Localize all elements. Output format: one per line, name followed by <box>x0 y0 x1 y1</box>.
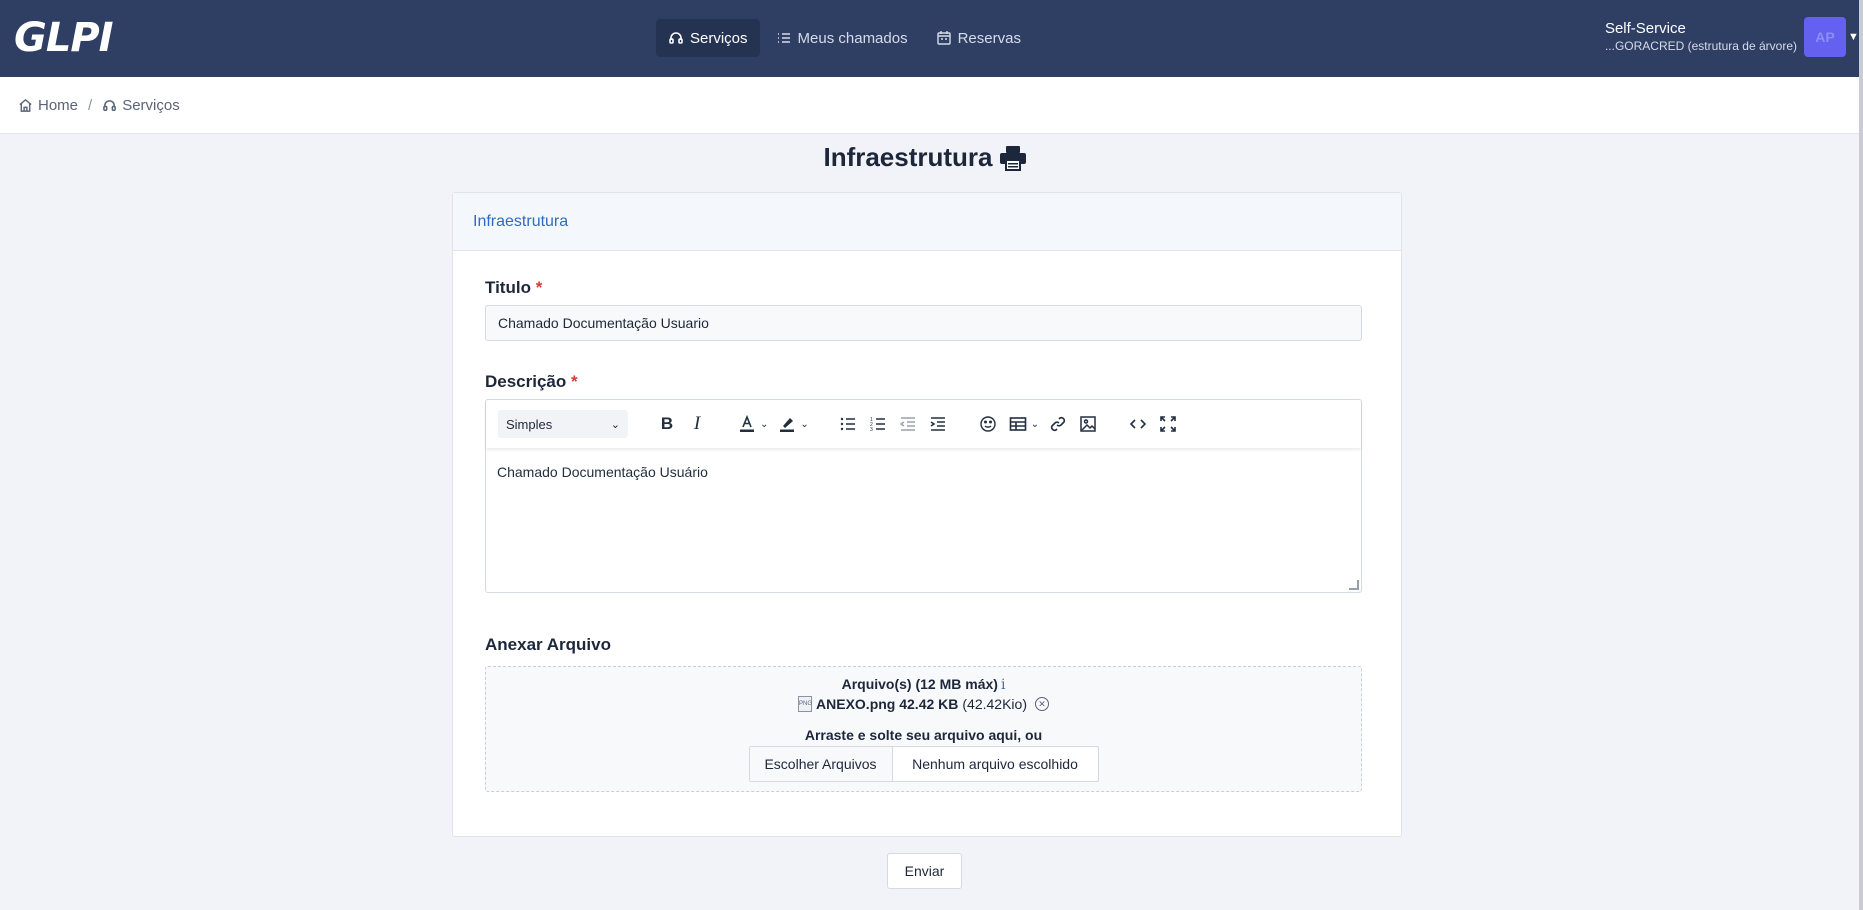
uploaded-file: PNG ANEXO.png 42.42 KB (42.42Kio) ✕ <box>486 696 1361 712</box>
bold-icon: B <box>660 414 674 433</box>
file-dropzone[interactable]: Arquivo(s) (12 MB máx) i PNG ANEXO.png 42… <box>485 666 1362 792</box>
format-select-value: Simples <box>506 416 553 432</box>
link-button[interactable] <box>1043 409 1073 439</box>
choose-files-button[interactable]: Escolher Arquivos <box>749 747 893 781</box>
editor-content[interactable]: Chamado Documentação Usuário <box>486 448 1361 496</box>
breadcrumb-home[interactable]: Home <box>18 97 78 114</box>
headset-icon <box>103 99 117 111</box>
glpi-logo[interactable]: GLPI <box>14 14 124 62</box>
chevron-down-icon: ⌄ <box>610 418 620 431</box>
remove-file-icon[interactable]: ✕ <box>1034 697 1049 711</box>
bullet-list-icon <box>840 417 855 431</box>
printer-icon <box>999 145 1026 171</box>
info-icon[interactable]: i <box>1001 677 1005 693</box>
no-file-text: Nenhum arquivo escolhido <box>912 756 1078 772</box>
required-mark: * <box>571 372 578 391</box>
outdent-icon <box>899 417 915 431</box>
nav-item-label: Meus chamados <box>797 29 908 47</box>
required-mark: * <box>535 278 543 297</box>
image-button[interactable] <box>1073 409 1103 439</box>
logo-text: GLPI <box>14 15 114 61</box>
breadcrumb-label: Home <box>38 96 79 114</box>
editor-toolbar: Simples ⌄ B I ⌄ ⌄ 123 ⌄ <box>486 400 1361 448</box>
code-icon <box>1130 419 1147 429</box>
submit-button[interactable]: Enviar <box>887 853 962 889</box>
highlight-button[interactable] <box>772 409 802 439</box>
attach-label: Anexar Arquivo <box>485 635 611 654</box>
file-icon: PNG <box>798 696 812 712</box>
list-icon <box>777 33 790 43</box>
avatar[interactable]: AP <box>1804 17 1846 57</box>
card-header: Infraestrutura <box>453 193 1401 251</box>
page-title: Infraestrutura <box>0 142 1850 173</box>
scrollbar[interactable] <box>1859 0 1863 910</box>
nav-item-meus-chamados[interactable]: Meus chamados <box>764 19 920 57</box>
highlight-icon <box>780 418 795 432</box>
max-size-text: Arquivo(s) (12 MB máx) <box>841 676 998 692</box>
page-title-text: Infraestrutura <box>823 142 993 172</box>
bullet-list-button[interactable] <box>833 409 863 439</box>
nav-item-label: Reservas <box>957 29 1021 47</box>
user-profile: Self-Service <box>1604 20 1686 37</box>
rich-text-editor: Simples ⌄ B I ⌄ ⌄ 123 ⌄ Chamado Document… <box>485 399 1362 593</box>
description-label-text: Descrição <box>485 372 567 391</box>
numbered-list-button[interactable]: 123 <box>863 409 893 439</box>
fullscreen-icon <box>1160 416 1176 432</box>
nav-item-label: Serviços <box>690 29 748 47</box>
description-label: Descrição * <box>485 372 578 392</box>
text-color-button[interactable] <box>732 409 762 439</box>
title-input[interactable] <box>485 305 1362 341</box>
main-nav: Serviços Meus chamados Reservas <box>656 19 1033 57</box>
headset-icon <box>669 32 683 44</box>
emoji-button[interactable] <box>973 409 1003 439</box>
calendar-icon <box>936 31 951 45</box>
table-icon <box>1009 417 1027 431</box>
source-code-button[interactable] <box>1123 409 1153 439</box>
table-button[interactable] <box>1003 409 1033 439</box>
user-entity: ...GORACRED (estrutura de árvore) <box>1604 39 1797 53</box>
format-select[interactable]: Simples ⌄ <box>498 410 628 438</box>
dropzone-max-size: Arquivo(s) (12 MB máx) i <box>486 676 1361 693</box>
home-icon <box>19 98 32 112</box>
link-icon <box>1051 416 1066 432</box>
dropzone-hint: Arraste e solte seu arquivo aqui, ou <box>804 727 1043 743</box>
emoji-icon <box>980 416 996 432</box>
outdent-button[interactable] <box>893 409 923 439</box>
title-label: Titulo * <box>485 278 542 298</box>
form-card: Infraestrutura Titulo * Descrição * Simp… <box>452 192 1402 837</box>
breadcrumb-label: Serviços <box>122 96 180 114</box>
file-picker[interactable]: Escolher Arquivos Nenhum arquivo escolhi… <box>748 746 1099 782</box>
italic-icon: I <box>693 413 701 434</box>
breadcrumb-separator: / <box>88 96 93 114</box>
chevron-down-icon[interactable]: ⌄ <box>760 419 768 430</box>
bold-button[interactable]: B <box>652 409 682 439</box>
file-name: ANEXO.png 42.42 KB <box>816 696 959 712</box>
chevron-down-icon[interactable]: ▼ <box>1848 31 1859 43</box>
svg-text:3: 3 <box>870 427 873 433</box>
user-info[interactable]: Self-Service ...GORACRED (estrutura de á… <box>1605 20 1797 54</box>
fullscreen-button[interactable] <box>1153 409 1183 439</box>
indent-icon <box>930 417 945 431</box>
nav-item-servicos[interactable]: Serviços <box>656 19 760 57</box>
top-navbar: GLPI Serviços Meus chamados Reservas Sel… <box>0 0 1863 77</box>
chevron-down-icon[interactable]: ⌄ <box>800 419 808 430</box>
breadcrumb-servicos[interactable]: Serviços <box>102 97 180 114</box>
title-label-text: Titulo <box>485 278 531 297</box>
resize-handle[interactable] <box>1349 580 1359 590</box>
file-size-kio: (42.42Kio) <box>962 696 1027 712</box>
chevron-down-icon[interactable]: ⌄ <box>1031 419 1039 430</box>
numbered-list-icon: 123 <box>870 417 885 433</box>
breadcrumb: Home / Serviços <box>0 77 1859 134</box>
image-icon <box>1080 416 1096 432</box>
indent-button[interactable] <box>923 409 953 439</box>
nav-item-reservas[interactable]: Reservas <box>924 19 1033 57</box>
italic-button[interactable]: I <box>682 409 712 439</box>
text-color-icon <box>740 415 754 432</box>
